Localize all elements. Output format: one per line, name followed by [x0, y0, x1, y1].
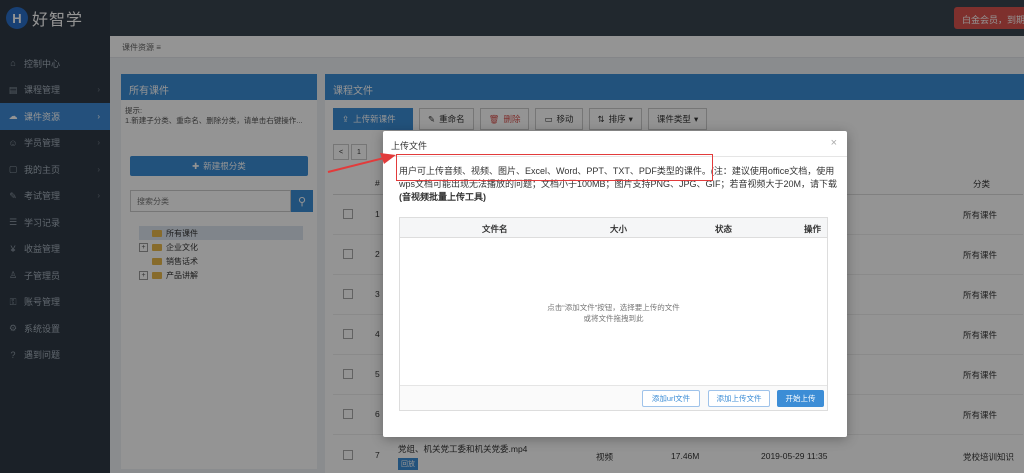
add-upload-file-button[interactable]: 添加上传文件 — [708, 390, 770, 407]
empty-hint-line: 或将文件拖拽到此 — [583, 314, 644, 323]
column-action: 操作 — [804, 224, 822, 234]
batch-upload-tool-link[interactable]: (音视频批量上传工具) — [399, 192, 486, 202]
empty-hint-line: 点击“添加文件”按钮，选择要上传的文件 — [547, 303, 680, 312]
column-size: 大小 — [610, 224, 628, 234]
upload-file-list[interactable]: 文件名 大小 状态 操作 点击“添加文件”按钮，选择要上传的文件 或将文件拖拽到… — [399, 217, 828, 411]
upload-list-header: 文件名 大小 状态 操作 — [400, 218, 827, 238]
column-status: 状态 — [715, 224, 733, 234]
annotation-highlight-box — [396, 154, 713, 181]
annotation-arrow-icon — [327, 153, 396, 173]
upload-footer: 添加url文件 添加上传文件 开始上传 — [400, 385, 827, 410]
start-upload-button[interactable]: 开始上传 — [777, 390, 824, 407]
close-icon[interactable]: × — [831, 137, 837, 149]
add-url-file-button[interactable]: 添加url文件 — [642, 390, 700, 407]
upload-dialog: 上传文件 × 用户可上传音频、视频、图片、Excel、Word、PPT、TXT、… — [383, 131, 847, 437]
empty-hint: 点击“添加文件”按钮，选择要上传的文件 或将文件拖拽到此 — [400, 302, 827, 324]
column-file-name: 文件名 — [482, 224, 508, 234]
